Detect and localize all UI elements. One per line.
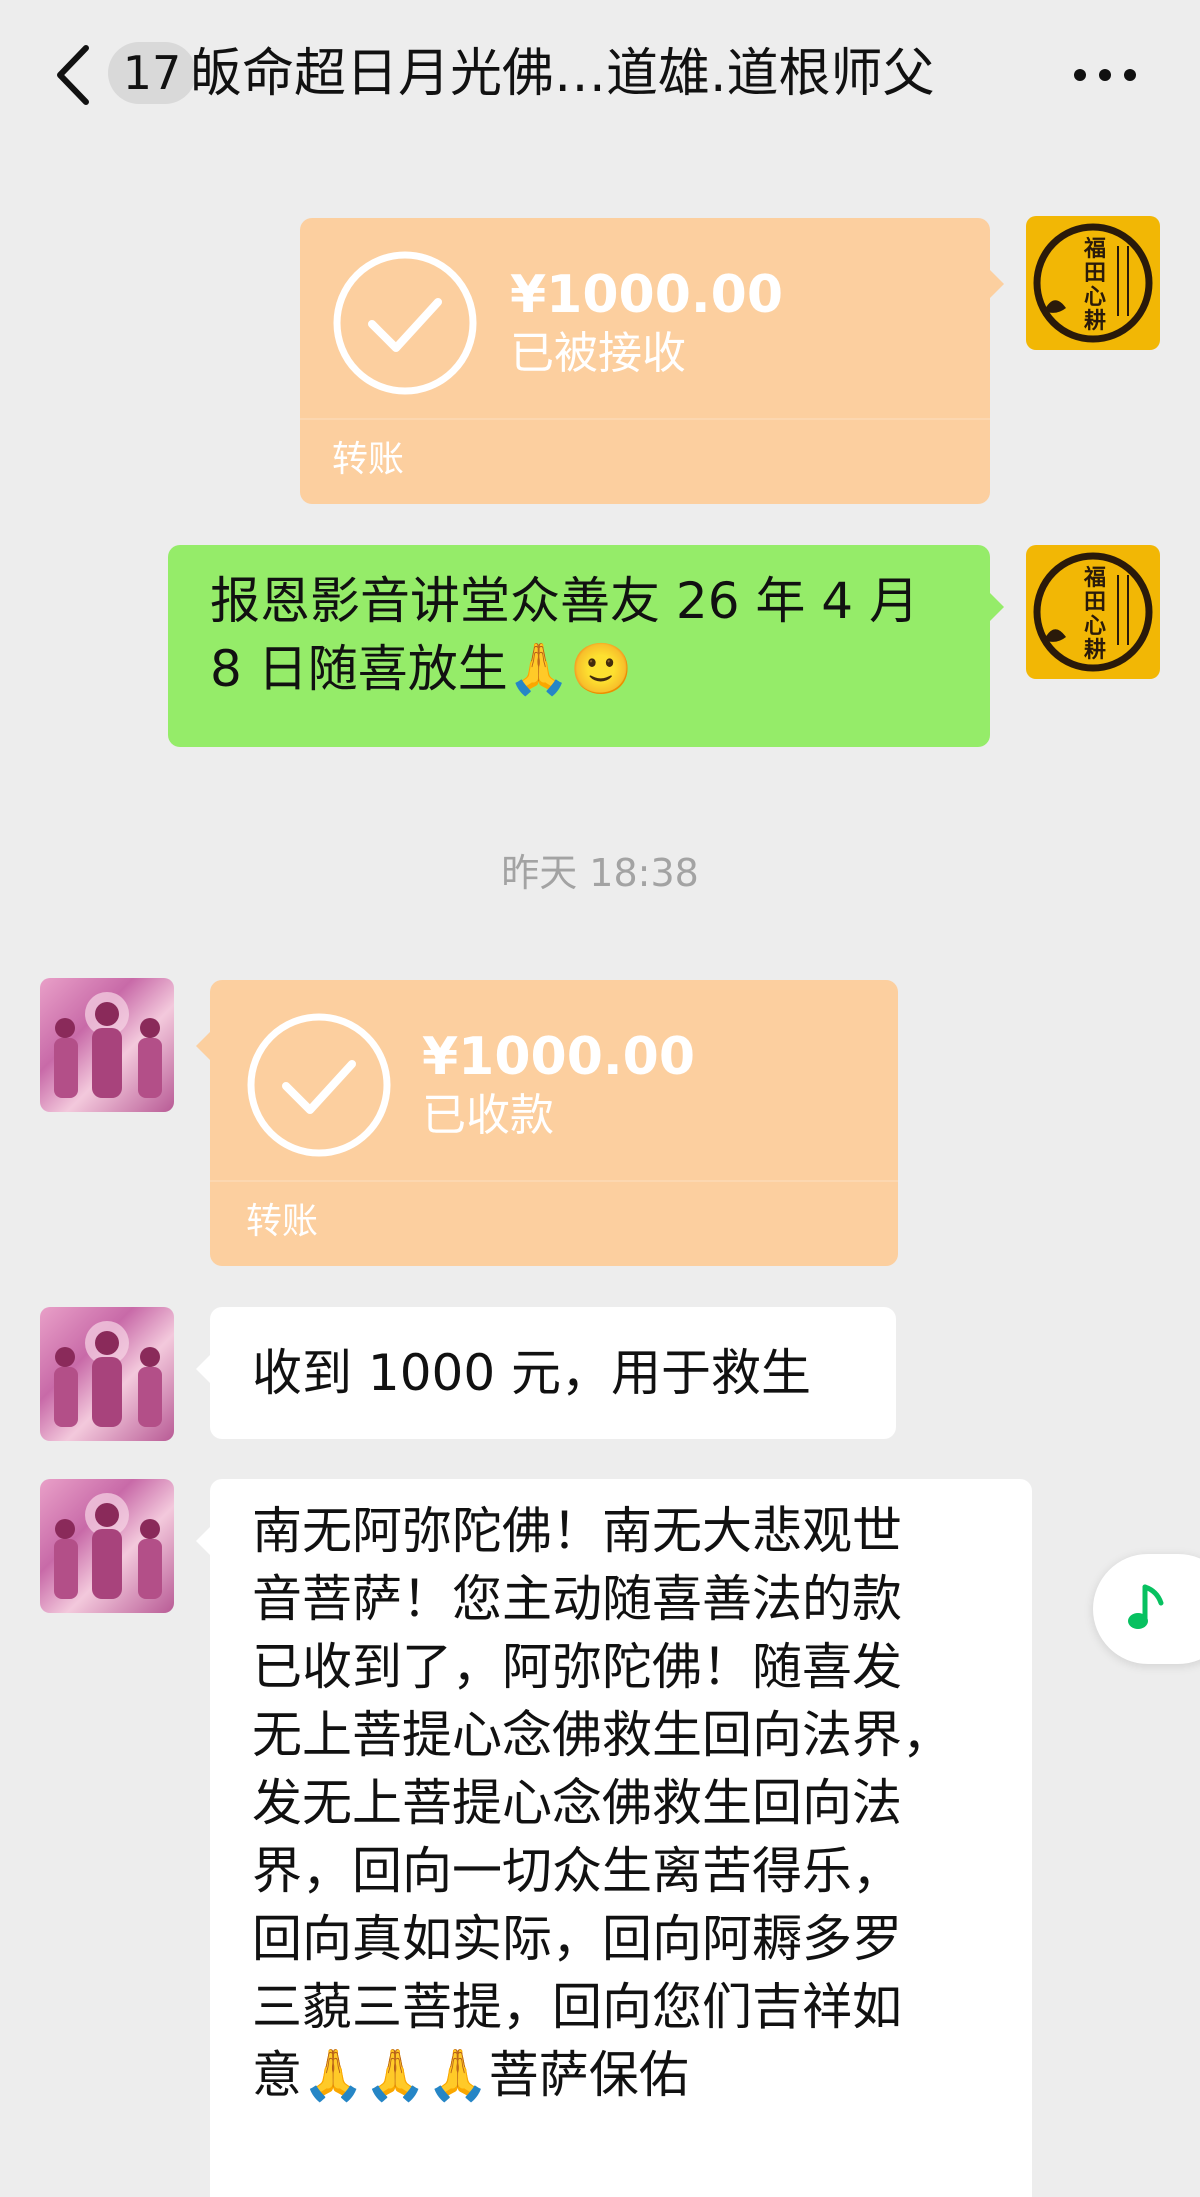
contact-avatar[interactable] xyxy=(40,1307,174,1441)
bubble-tail xyxy=(196,1032,210,1060)
bubble-tail xyxy=(990,270,1004,298)
transfer-label: 转账 xyxy=(246,1201,319,1242)
music-note-icon xyxy=(1128,1584,1164,1629)
message-bubble-received[interactable]: 南无阿弥陀佛！南无大悲观世 音菩萨！您主动随喜善法的款 已收到了，阿弥陀佛！随喜… xyxy=(196,1479,1032,2197)
message-text-line: 三藐三菩提，回向您们吉祥如 xyxy=(252,1978,902,2036)
message-text-line: 无上菩提心念佛救生回向法界， xyxy=(252,1706,952,1764)
bubble-tail xyxy=(196,1355,210,1383)
message-text-line: 意🙏🙏🙏菩萨保佑 xyxy=(252,2046,689,2104)
message-bubble-received[interactable]: 收到 1000 元，用于救生 xyxy=(196,1307,896,1439)
more-options-icon[interactable] xyxy=(1070,55,1140,95)
svg-text:心: 心 xyxy=(1084,284,1106,310)
contact-avatar[interactable] xyxy=(40,1479,174,1613)
transfer-card-received[interactable]: ¥1000.00 已收款 转账 xyxy=(196,980,898,1266)
buddha-image-icon xyxy=(54,992,162,1098)
back-arrow-icon[interactable] xyxy=(50,40,96,110)
svg-text:福: 福 xyxy=(1083,565,1106,591)
svg-text:耕: 耕 xyxy=(1084,308,1106,334)
svg-text:心: 心 xyxy=(1084,613,1106,639)
transfer-card-sent[interactable]: ¥1000.00 已被接收 转账 xyxy=(300,218,1004,504)
unread-count-badge: 17 xyxy=(108,42,196,104)
message-bubble-sent[interactable]: 报恩影音讲堂众善友 26 年 4 月 8 日随喜放生🙏🙂 xyxy=(168,545,1004,747)
transfer-status: 已收款 xyxy=(422,1090,554,1141)
calligraphy-logo-icon: 福 田 心 耕 xyxy=(1033,552,1153,672)
transfer-amount: ¥1000.00 xyxy=(422,1027,696,1087)
contact-avatar[interactable] xyxy=(40,978,174,1112)
message-text: 收到 1000 元，用于救生 xyxy=(252,1344,812,1402)
floating-music-button[interactable] xyxy=(1093,1554,1200,1664)
bubble-tail xyxy=(196,1527,210,1555)
message-text-line: 已收到了，阿弥陀佛！随喜发 xyxy=(252,1638,902,1696)
chat-header: 17 皈命超日月光佛…道雄.道根师父 xyxy=(0,0,1200,152)
divider xyxy=(300,418,990,420)
divider xyxy=(210,1180,898,1182)
bubble-tail xyxy=(990,593,1004,621)
buddha-image-icon xyxy=(54,1321,162,1427)
check-icon xyxy=(333,251,477,395)
svg-text:福: 福 xyxy=(1083,236,1106,262)
message-text-line: 界，回向一切众生离苦得乐， xyxy=(252,1842,902,1900)
svg-text:田: 田 xyxy=(1084,589,1106,615)
transfer-status: 已被接收 xyxy=(510,328,686,379)
check-icon xyxy=(247,1013,391,1157)
message-text-line: 回向真如实际，回向阿耨多罗 xyxy=(252,1910,902,1968)
message-text-line: 发无上菩提心念佛救生回向法 xyxy=(252,1774,902,1832)
my-avatar[interactable]: 福 田 心 耕 xyxy=(1026,216,1160,350)
message-text-line: 8 日随喜放生🙏🙂 xyxy=(210,640,633,698)
message-text-line: 音菩萨！您主动随喜善法的款 xyxy=(252,1570,902,1628)
my-avatar[interactable]: 福 田 心 耕 xyxy=(1026,545,1160,679)
chat-title: 皈命超日月光佛…道雄.道根师父 xyxy=(190,44,935,104)
buddha-image-icon xyxy=(54,1493,162,1599)
calligraphy-logo-icon: 福 田 心 耕 xyxy=(1033,223,1153,343)
message-text-line: 南无阿弥陀佛！南无大悲观世 xyxy=(252,1502,902,1560)
transfer-label: 转账 xyxy=(332,439,405,480)
svg-text:田: 田 xyxy=(1084,260,1106,286)
message-timestamp: 昨天 18:38 xyxy=(501,851,699,895)
svg-text:耕: 耕 xyxy=(1084,637,1106,663)
message-text-line: 报恩影音讲堂众善友 26 年 4 月 xyxy=(210,572,920,630)
transfer-amount: ¥1000.00 xyxy=(510,265,784,325)
